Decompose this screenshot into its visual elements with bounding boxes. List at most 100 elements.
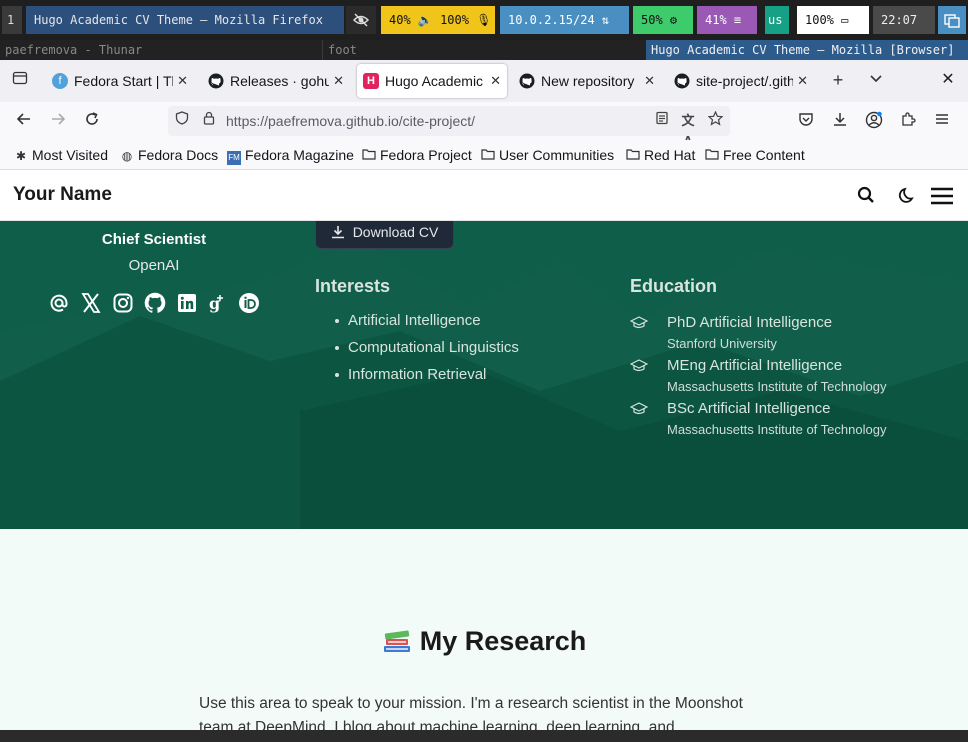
bookmark-star-icon[interactable] — [705, 110, 725, 131]
orcid-icon[interactable] — [238, 292, 260, 314]
graduation-cap-icon — [630, 359, 648, 372]
institution: Massachusetts Institute of Technology — [667, 422, 887, 437]
folder-icon — [481, 147, 495, 165]
tab-label: Hugo Academic C — [385, 73, 487, 89]
web-page: Your Name Download CV Chief Scientist Op… — [0, 170, 968, 732]
pocket-icon[interactable] — [796, 111, 816, 131]
profile-role: Chief Scientist — [101, 231, 207, 248]
at-icon[interactable] — [48, 292, 70, 314]
url-text[interactable]: https://paefremova.github.io/cite-projec… — [226, 106, 475, 136]
tab-close-icon[interactable]: ✕ — [644, 73, 655, 89]
lock-icon[interactable] — [199, 111, 219, 131]
keyboard-layout[interactable]: us — [765, 6, 789, 34]
hugo-icon: H — [363, 73, 379, 89]
bookmark-most-visited[interactable]: ✱ Most Visited — [14, 146, 108, 164]
tab-close-icon[interactable]: ✕ — [490, 73, 501, 89]
extensions-icon[interactable] — [898, 111, 918, 131]
fedora-magazine-icon: FM — [227, 151, 241, 165]
sway-tab-titles: paefremova - Thunar foot Hugo Academic C… — [0, 40, 968, 60]
bookmark-free-content[interactable]: Free Content — [705, 146, 805, 164]
github-icon[interactable] — [144, 292, 166, 314]
bookmark-fedora-magazine[interactable]: FM Fedora Magazine — [227, 146, 354, 165]
new-tab-button[interactable]: + — [828, 70, 848, 90]
window-switcher-icon[interactable] — [938, 6, 966, 34]
graduation-cap-icon — [630, 402, 648, 415]
tab-close-icon[interactable]: ✕ — [177, 73, 188, 89]
search-icon[interactable] — [856, 185, 878, 207]
about-section: Download CV Chief Scientist OpenAI g Int… — [0, 221, 968, 529]
social-links: g — [48, 292, 268, 314]
research-section: My Research Use this area to speak to yo… — [0, 529, 968, 732]
list-all-tabs-icon[interactable] — [866, 70, 886, 90]
globe-icon: ◍ — [121, 149, 133, 163]
education-heading: Education — [630, 276, 718, 296]
degree: PhD Artificial Intelligence — [667, 314, 833, 331]
sway-status-bar: 1 Hugo Academic CV Theme — Mozilla Firef… — [0, 0, 968, 40]
linkedin-icon[interactable] — [176, 292, 198, 314]
folder-icon — [626, 147, 640, 165]
tab-new-repository[interactable]: New repository ✕ — [513, 64, 661, 98]
github-icon — [208, 73, 224, 89]
bookmarks-toolbar: ✱ Most Visited ◍ Fedora Docs FM Fedora Maga… — [0, 140, 968, 170]
folder-icon — [362, 147, 376, 165]
reader-view-icon[interactable] — [652, 111, 672, 131]
interests-list: Artificial Intelligence Computational Li… — [333, 311, 519, 392]
tab-close-icon[interactable]: ✕ — [797, 73, 808, 89]
research-paragraph: Use this area to speak to your mission. … — [199, 695, 743, 732]
app-menu-icon[interactable] — [932, 111, 952, 131]
memory-status: 41% ≡ — [697, 6, 757, 34]
x-icon[interactable] — [80, 292, 102, 314]
reload-icon[interactable] — [82, 111, 102, 131]
list-item: Artificial Intelligence — [333, 311, 519, 338]
window-bottom-border — [0, 730, 968, 742]
tab-label: Releases · gohug — [230, 73, 330, 89]
sway-tab-firefox[interactable]: Hugo Academic CV Theme — Mozilla [Browse… — [646, 40, 968, 60]
github-icon — [519, 73, 535, 89]
firefox-view-icon[interactable] — [10, 70, 30, 90]
download-cv-button[interactable]: Download CV — [315, 221, 454, 249]
github-icon — [674, 73, 690, 89]
address-bar[interactable]: https://paefremova.github.io/cite-projec… — [168, 106, 730, 148]
audio-status[interactable]: 40% 🔈 100% 🎙 — [381, 6, 495, 34]
bookmark-red-hat[interactable]: Red Hat — [626, 146, 695, 164]
graduation-cap-icon — [630, 316, 648, 329]
clock[interactable]: 22:07 — [873, 6, 935, 34]
degree: BSc Artificial Intelligence — [667, 400, 831, 417]
battery-status: 100% ▭ — [797, 6, 869, 34]
sway-tab-foot[interactable]: foot — [322, 40, 644, 60]
site-header: Your Name — [0, 170, 968, 221]
workspace-indicator[interactable]: 1 — [2, 6, 22, 34]
tab-site-project[interactable]: site-project/.gith ✕ — [668, 64, 814, 98]
tab-hugo-academic[interactable]: H Hugo Academic C ✕ — [357, 64, 507, 98]
list-item: Computational Linguistics — [333, 338, 519, 365]
cpu-status: 50% ⚙ — [633, 6, 693, 34]
bookmark-fedora-project[interactable]: Fedora Project — [362, 146, 472, 164]
site-brand[interactable]: Your Name — [13, 184, 112, 206]
forward-icon[interactable] — [48, 111, 68, 131]
idle-inhibitor-icon[interactable] — [346, 6, 376, 34]
sway-tab-thunar[interactable]: paefremova - Thunar — [0, 40, 320, 60]
dark-mode-icon[interactable] — [898, 185, 920, 207]
network-status[interactable]: 10.0.2.15/24 ⇅ — [500, 6, 629, 34]
interests-heading: Interests — [315, 276, 391, 296]
hamburger-menu-icon[interactable] — [930, 185, 956, 207]
instagram-icon[interactable] — [112, 292, 134, 314]
translate-icon[interactable]: 文A — [678, 111, 698, 148]
account-icon[interactable] — [864, 111, 884, 131]
profile-organization: OpenAI — [128, 257, 180, 274]
tab-fedora-start[interactable]: f Fedora Start | Th ✕ — [46, 64, 194, 98]
bookmark-user-communities[interactable]: User Communities — [481, 146, 614, 164]
tab-close-icon[interactable]: ✕ — [333, 73, 344, 89]
svg-text:g: g — [209, 294, 220, 313]
focused-window-title: Hugo Academic CV Theme — Mozilla Firefox — [26, 6, 344, 34]
institution: Massachusetts Institute of Technology — [667, 379, 887, 394]
google-scholar-icon[interactable]: g — [206, 292, 228, 314]
tab-releases[interactable]: Releases · gohug ✕ — [202, 64, 350, 98]
bookmark-fedora-docs[interactable]: ◍ Fedora Docs — [120, 146, 218, 164]
window-close-icon[interactable]: ✕ — [938, 70, 958, 90]
downloads-icon[interactable] — [830, 111, 850, 131]
back-icon[interactable] — [14, 111, 34, 131]
tracking-protection-icon[interactable] — [172, 111, 192, 131]
tab-label: Fedora Start | Th — [74, 73, 174, 89]
folder-icon — [705, 147, 719, 165]
